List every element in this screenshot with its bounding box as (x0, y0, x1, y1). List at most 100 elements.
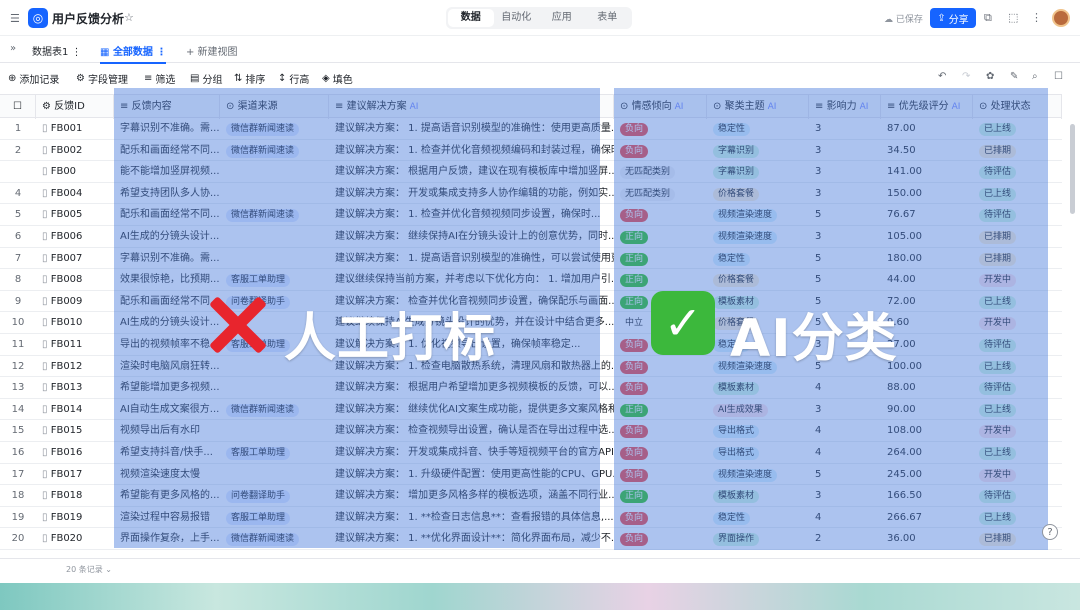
table-row[interactable]: 10 ▯ FB010 AI生成的分镜头设计... 建议继续保持AI生成分镜头设计的优势… (0, 312, 1062, 334)
cell-score[interactable]: 36.00 (881, 528, 973, 549)
expand-sidebar-icon[interactable]: ☰ (10, 12, 20, 25)
tab-automation[interactable]: 自动化 (494, 9, 540, 27)
cell-impact[interactable]: 4 (809, 377, 881, 398)
table-row[interactable]: 13 ▯ FB013 希望能增加更多视频... 建议解决方案： 根据用户希望增加更多视… (0, 377, 1062, 399)
cell-content[interactable]: 希望支持抖音/快手... (114, 442, 220, 463)
record-count[interactable]: 20 条记录 ⌄ (66, 564, 112, 575)
cell-impact[interactable]: 3 (809, 485, 881, 506)
cell-status[interactable]: 待评估 (973, 377, 1062, 398)
table-row[interactable]: 8 ▯ FB008 效果很惊艳，比预期... 客服工单助理 建议继续保持当前方案，并考虑… (0, 269, 1062, 291)
cell-sentiment[interactable]: 正向 (614, 485, 707, 506)
cell-status[interactable]: 已上线 (973, 356, 1062, 377)
cell-content[interactable]: 希望能增加更多视频... (114, 377, 220, 398)
cell-id[interactable]: ▯ FB00 (36, 161, 114, 182)
cell-id[interactable]: ▯ FB005 (36, 204, 114, 225)
cell-source[interactable]: 微信群新闻速读 (220, 140, 329, 161)
table-row[interactable]: 7 ▯ FB007 字幕识别不准确。需... 建议解决方案： 1. 提高语音识别模型的… (0, 248, 1062, 270)
redo-icon[interactable]: ↷ (962, 71, 970, 82)
cell-status[interactable]: 待评估 (973, 204, 1062, 225)
cell-theme[interactable]: 字幕识别 (707, 140, 809, 161)
cell-theme[interactable]: 导出格式 (707, 420, 809, 441)
cell-score[interactable]: 245.00 (881, 464, 973, 485)
cell-score[interactable]: 150.00 (881, 183, 973, 204)
cell-content[interactable]: 字幕识别不准确。需... (114, 118, 220, 139)
vertical-scrollbar[interactable] (1070, 124, 1075, 214)
cell-source[interactable] (220, 248, 329, 269)
tab-apps[interactable]: 应用 (539, 9, 585, 27)
cell-score[interactable]: 166.50 (881, 485, 973, 506)
cell-sentiment[interactable]: 负向 (614, 507, 707, 528)
cell-id[interactable]: ▯ FB001 (36, 118, 114, 139)
cell-source[interactable]: 客服工单助理 (220, 442, 329, 463)
cell-score[interactable]: 34.50 (881, 140, 973, 161)
cell-id[interactable]: ▯ FB007 (36, 248, 114, 269)
cell-id[interactable]: ▯ FB018 (36, 485, 114, 506)
cell-source[interactable]: 微信群新闻速读 (220, 528, 329, 549)
cell-solution[interactable]: 建议解决方案： 1. 检查并优化音频视频同步设置，确保时... (329, 204, 614, 225)
more-icon[interactable]: ⋮ (1031, 11, 1042, 24)
cell-sentiment[interactable]: 负向 (614, 420, 707, 441)
table-row[interactable]: 19 ▯ FB019 渲染过程中容易报错 客服工单助理 建议解决方案： 1. **检查日… (0, 507, 1062, 529)
col-header-solution[interactable]: ≡ 建议解决方案 AI (329, 95, 614, 119)
cell-theme[interactable]: 界面操作 (707, 528, 809, 549)
cell-content[interactable]: 能不能增加竖屏视频... (114, 161, 220, 182)
tab-forms[interactable]: 表单 (585, 9, 631, 27)
table-row[interactable]: 17 ▯ FB017 视频渲染速度太慢 建议解决方案： 1. 升级硬件配置：使用更高性… (0, 464, 1062, 486)
comment-icon[interactable]: ☐ (1054, 71, 1063, 82)
table-row[interactable]: 20 ▯ FB020 界面操作复杂，上手... 微信群新闻速读 建议解决方案： 1. *… (0, 528, 1062, 550)
cell-id[interactable]: ▯ FB015 (36, 420, 114, 441)
cell-theme[interactable]: AI生成效果 (707, 399, 809, 420)
cell-impact[interactable]: 3 (809, 226, 881, 247)
star-icon[interactable]: ☆ (124, 11, 134, 24)
cell-theme[interactable]: 价格套餐 (707, 183, 809, 204)
table-row[interactable]: 6 ▯ FB006 AI生成的分镜头设计... 建议解决方案： 继续保持AI在分镜头设… (0, 226, 1062, 248)
cell-content[interactable]: 效果很惊艳，比预期... (114, 269, 220, 290)
cell-content[interactable]: AI生成的分镜头设计... (114, 226, 220, 247)
cell-score[interactable]: 44.00 (881, 269, 973, 290)
cell-content[interactable]: 渲染过程中容易报错 (114, 507, 220, 528)
cell-id[interactable]: ▯ FB020 (36, 528, 114, 549)
cell-source[interactable] (220, 226, 329, 247)
cell-score[interactable]: 87.00 (881, 118, 973, 139)
new-view-button[interactable]: + 新建视图 (186, 43, 238, 58)
cell-content[interactable]: AI生成的分镜头设计... (114, 312, 220, 333)
undo-icon[interactable]: ↶ (938, 71, 946, 82)
table-row[interactable]: 4 ▯ FB004 希望支持团队多人协... 建议解决方案： 开发或集成支持多人协作编… (0, 183, 1062, 205)
cell-content[interactable]: 配乐和画面经常不同... (114, 140, 220, 161)
cell-content[interactable]: 希望能有更多风格的... (114, 485, 220, 506)
cell-id[interactable]: ▯ FB012 (36, 356, 114, 377)
sort-button[interactable]: ⇅ 排序 (234, 71, 265, 86)
cell-id[interactable]: ▯ FB014 (36, 399, 114, 420)
cell-source[interactable] (220, 161, 329, 182)
cell-impact[interactable]: 4 (809, 442, 881, 463)
cell-sentiment[interactable]: 负向 (614, 118, 707, 139)
cell-source[interactable] (220, 183, 329, 204)
cell-sentiment[interactable]: 负向 (614, 464, 707, 485)
cell-solution[interactable]: 建议解决方案： 继续优化AI文案生成功能，提供更多文案风格和... (329, 399, 614, 420)
col-header-theme[interactable]: ⊙ 聚类主题 AI (707, 95, 809, 119)
cell-id[interactable]: ▯ FB017 (36, 464, 114, 485)
cell-content[interactable]: 字幕识别不准确。需... (114, 248, 220, 269)
cell-sentiment[interactable]: 无匹配类别 (614, 161, 707, 182)
cell-content[interactable]: AI自动生成文案很方... (114, 399, 220, 420)
cell-solution[interactable]: 建议解决方案： 1. 提高语音识别模型的准确性，可以尝试使用更高精度的模型... (329, 248, 614, 269)
cell-theme[interactable]: 字幕识别 (707, 161, 809, 182)
table-row[interactable]: 16 ▯ FB016 希望支持抖音/快手... 客服工单助理 建议解决方案： 开发或集成… (0, 442, 1062, 464)
table-row[interactable]: 12 ▯ FB012 渲染时电脑风扇狂转... 建议解决方案： 1. 检查电脑散热系统… (0, 356, 1062, 378)
cell-sentiment[interactable]: 正向 (614, 248, 707, 269)
cell-id[interactable]: ▯ FB009 (36, 291, 114, 312)
cell-id[interactable]: ▯ FB004 (36, 183, 114, 204)
cell-impact[interactable]: 2 (809, 528, 881, 549)
cell-solution[interactable]: 建议解决方案： 1. 检查并优化音频视频编码和封装过程，确保时... (329, 140, 614, 161)
cell-theme[interactable]: 视频渲染速度 (707, 204, 809, 225)
col-header-source[interactable]: ⊙ 渠道来源 (220, 95, 329, 119)
cell-status[interactable]: 已上线 (973, 442, 1062, 463)
cell-source[interactable]: 微信群新闻速读 (220, 204, 329, 225)
group-button[interactable]: ▤ 分组 (190, 71, 222, 86)
cell-solution[interactable]: 建议解决方案： 1. **优化界面设计**：简化界面布局，减少不... (329, 528, 614, 549)
row-height-button[interactable]: ↕ 行高 (278, 71, 309, 86)
cell-id[interactable]: ▯ FB010 (36, 312, 114, 333)
ai-assistant-icon[interactable]: ✿ (986, 71, 994, 82)
cell-impact[interactable]: 3 (809, 183, 881, 204)
cell-status[interactable]: 已上线 (973, 118, 1062, 139)
